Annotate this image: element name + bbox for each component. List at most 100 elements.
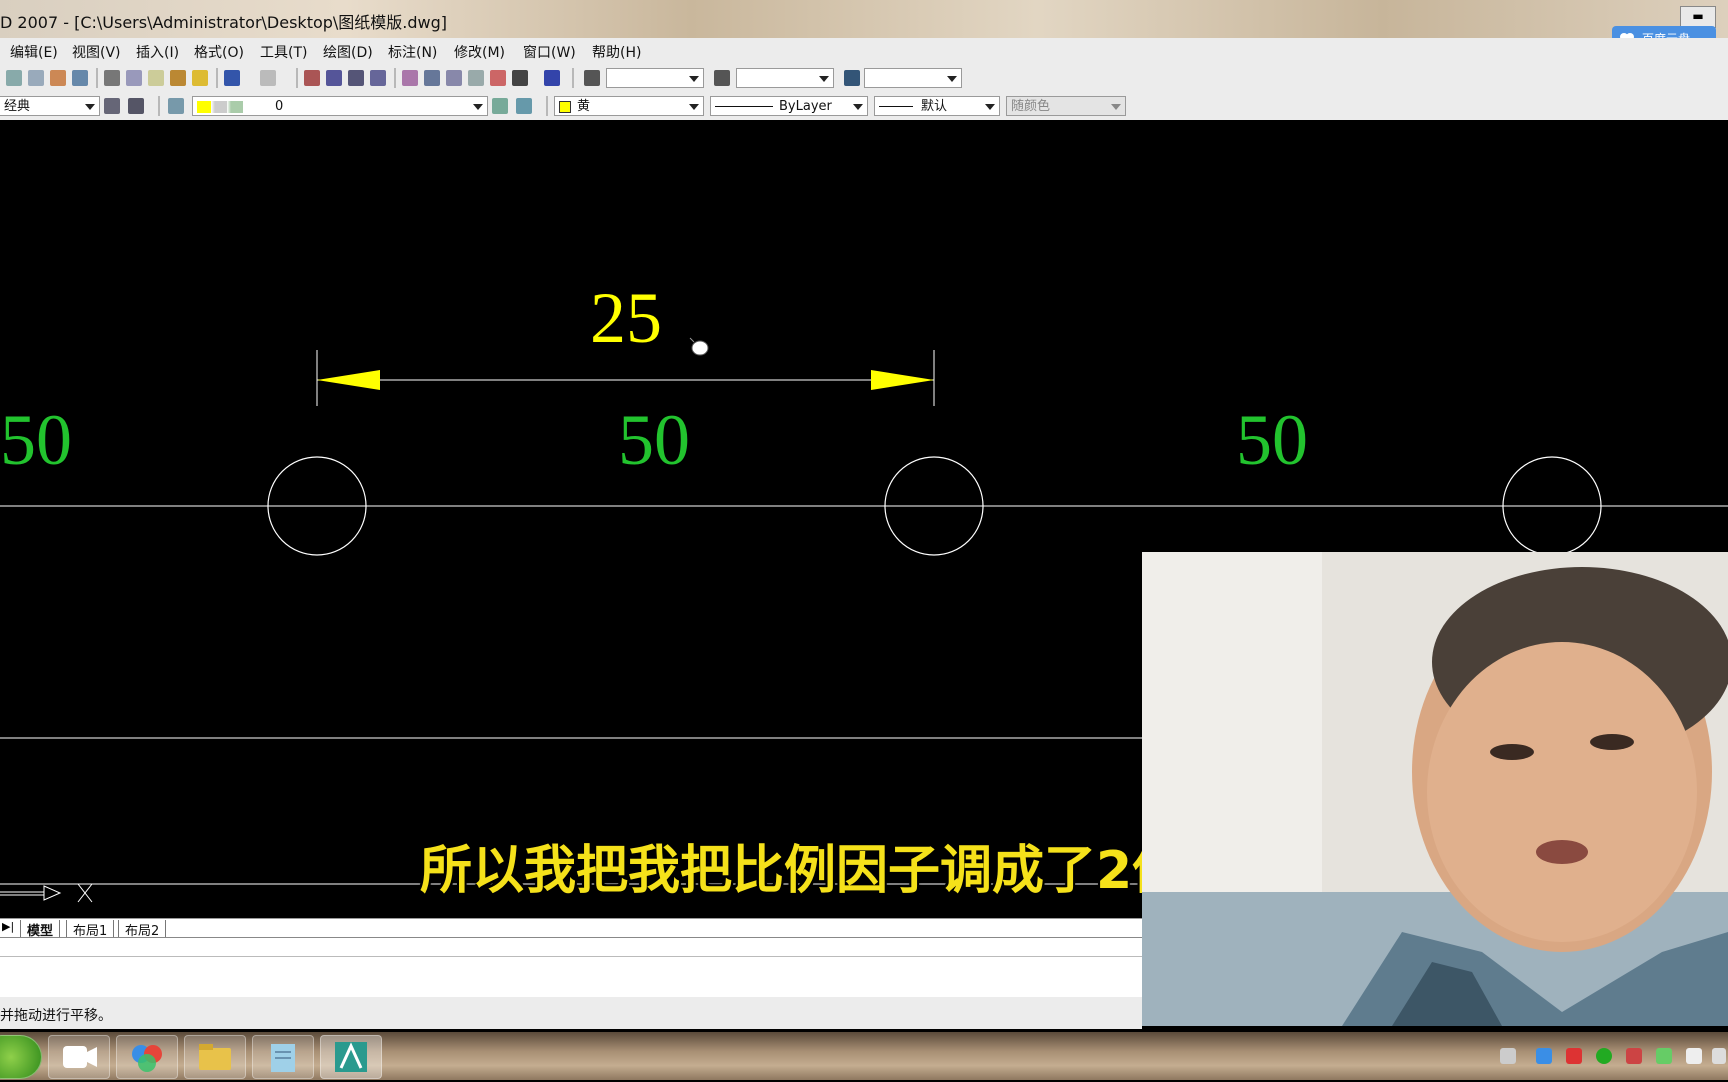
block-editor-icon[interactable] bbox=[192, 70, 208, 86]
text-style-icon bbox=[584, 70, 600, 86]
lineweight-value: 默认 bbox=[921, 99, 948, 114]
toolbar-separator bbox=[394, 68, 396, 88]
menu-edit[interactable]: 编辑(E) bbox=[10, 42, 58, 62]
volume-icon[interactable] bbox=[1712, 1048, 1726, 1064]
taskbar-baidu-cloud[interactable] bbox=[116, 1035, 178, 1079]
webcam-overlay bbox=[1142, 552, 1728, 1026]
linetype-sample bbox=[715, 106, 773, 107]
menu-draw[interactable]: 绘图(D) bbox=[323, 42, 373, 62]
tool-palettes-icon[interactable] bbox=[446, 70, 462, 86]
toolbar-separator bbox=[296, 68, 298, 88]
taskbar-autocad[interactable] bbox=[320, 1035, 382, 1079]
layer-manager-icon[interactable] bbox=[168, 98, 184, 114]
chevron-down-icon bbox=[689, 76, 699, 82]
layer-value: 0 bbox=[275, 99, 284, 114]
workspace-combo[interactable]: 经典 bbox=[0, 96, 100, 116]
toolbar-separator bbox=[572, 68, 574, 88]
dimension-arrow-left bbox=[317, 370, 380, 390]
menu-bar: 编辑(E) 视图(V) 插入(I) 格式(O) 工具(T) 绘图(D) 标注(N… bbox=[0, 38, 1728, 65]
cloud-tray-icon[interactable] bbox=[1536, 1048, 1552, 1064]
dimension-arrow-right bbox=[871, 370, 934, 390]
make-current-layer-icon[interactable] bbox=[492, 98, 508, 114]
linetype-value: ByLayer bbox=[779, 99, 832, 114]
table-style-combo[interactable] bbox=[864, 68, 962, 88]
properties-icon[interactable] bbox=[402, 70, 418, 86]
add-icon[interactable] bbox=[1596, 1048, 1612, 1064]
text-style-combo[interactable] bbox=[606, 68, 704, 88]
menu-view[interactable]: 视图(V) bbox=[72, 42, 121, 62]
minimize-button[interactable]: ▬ bbox=[1680, 6, 1716, 28]
tab-scroll-icon[interactable]: ▶| bbox=[2, 920, 14, 933]
window-title: D 2007 - [C:\Users\Administrator\Desktop… bbox=[0, 13, 448, 32]
start-button[interactable] bbox=[0, 1035, 42, 1079]
chevron-down-icon bbox=[853, 104, 863, 110]
zoom-realtime-icon[interactable] bbox=[326, 70, 342, 86]
color-swatch bbox=[559, 100, 571, 113]
3d-dwf-icon[interactable] bbox=[72, 70, 88, 86]
network-icon[interactable] bbox=[1686, 1048, 1702, 1064]
taskbar-file-explorer[interactable] bbox=[184, 1035, 246, 1079]
plot-preview-icon[interactable] bbox=[28, 70, 44, 86]
toolbar-separator bbox=[96, 68, 98, 88]
toolbar-separator bbox=[546, 96, 548, 116]
spacing-label[interactable]: 50 bbox=[618, 400, 690, 480]
usb-icon[interactable] bbox=[1626, 1048, 1642, 1064]
layer-combo[interactable]: 0 bbox=[192, 96, 488, 116]
undo-icon[interactable] bbox=[224, 70, 240, 86]
layer-previous-icon[interactable] bbox=[516, 98, 532, 114]
menu-modify[interactable]: 修改(M) bbox=[454, 42, 505, 62]
layer-state-icons bbox=[197, 101, 257, 113]
copy-icon[interactable] bbox=[126, 70, 142, 86]
lineweight-combo[interactable]: 默认 bbox=[874, 96, 1000, 116]
status-text: 并拖动进行平移。 bbox=[0, 1008, 112, 1024]
toolbar-separator bbox=[158, 96, 160, 116]
menu-dimension[interactable]: 标注(N) bbox=[388, 42, 437, 62]
markup-icon[interactable] bbox=[490, 70, 506, 86]
color-value: 黄 bbox=[577, 99, 591, 114]
chevron-down-icon bbox=[947, 76, 957, 82]
layers-toolbar: 经典 0 黄 ByLayer 默认 随颜色 bbox=[0, 92, 1728, 121]
design-center-icon[interactable] bbox=[424, 70, 440, 86]
table-style-icon bbox=[844, 70, 860, 86]
workspace-settings-icon[interactable] bbox=[104, 98, 120, 114]
linetype-combo[interactable]: ByLayer bbox=[710, 96, 868, 116]
pan-icon[interactable] bbox=[304, 70, 320, 86]
dim-style-combo[interactable] bbox=[736, 68, 834, 88]
chevron-down-icon bbox=[689, 104, 699, 110]
cut-icon[interactable] bbox=[104, 70, 120, 86]
publish-icon[interactable] bbox=[50, 70, 66, 86]
menu-help[interactable]: 帮助(H) bbox=[592, 42, 641, 62]
help-icon[interactable] bbox=[544, 70, 560, 86]
title-bar: D 2007 - [C:\Users\Administrator\Desktop… bbox=[0, 0, 1728, 38]
power-icon[interactable] bbox=[1656, 1048, 1672, 1064]
spacing-label[interactable]: 50 bbox=[1236, 400, 1308, 480]
chevron-down-icon bbox=[819, 76, 829, 82]
command-window[interactable] bbox=[0, 937, 1142, 998]
save-workspace-icon[interactable] bbox=[128, 98, 144, 114]
workspace-value: 经典 bbox=[4, 99, 31, 114]
keyboard-icon[interactable] bbox=[1500, 1048, 1516, 1064]
toolbar-separator bbox=[216, 68, 218, 88]
spacing-label[interactable]: 50 bbox=[0, 400, 72, 480]
dimension-text[interactable]: 25 bbox=[590, 278, 662, 358]
plotstyle-combo: 随颜色 bbox=[1006, 96, 1126, 116]
calculator-icon[interactable] bbox=[512, 70, 528, 86]
zoom-window-icon[interactable] bbox=[348, 70, 364, 86]
zoom-previous-icon[interactable] bbox=[370, 70, 386, 86]
menu-tools[interactable]: 工具(T) bbox=[260, 42, 307, 62]
paste-icon[interactable] bbox=[148, 70, 164, 86]
match-properties-icon[interactable] bbox=[170, 70, 186, 86]
dim-style-icon bbox=[714, 70, 730, 86]
redo-icon[interactable] bbox=[260, 70, 276, 86]
plot-icon[interactable] bbox=[6, 70, 22, 86]
menu-window[interactable]: 窗口(W) bbox=[523, 42, 576, 62]
layout-tabs: ▶| 模型 布局1 布局2 bbox=[0, 918, 1142, 940]
taskbar-video-app[interactable] bbox=[48, 1035, 110, 1079]
color-combo[interactable]: 黄 bbox=[554, 96, 704, 116]
sheet-set-icon[interactable] bbox=[468, 70, 484, 86]
menu-insert[interactable]: 插入(I) bbox=[136, 42, 179, 62]
plotstyle-value: 随颜色 bbox=[1011, 99, 1051, 114]
taskbar-notepad[interactable] bbox=[252, 1035, 314, 1079]
menu-format[interactable]: 格式(O) bbox=[194, 42, 244, 62]
record-icon[interactable] bbox=[1566, 1048, 1582, 1064]
